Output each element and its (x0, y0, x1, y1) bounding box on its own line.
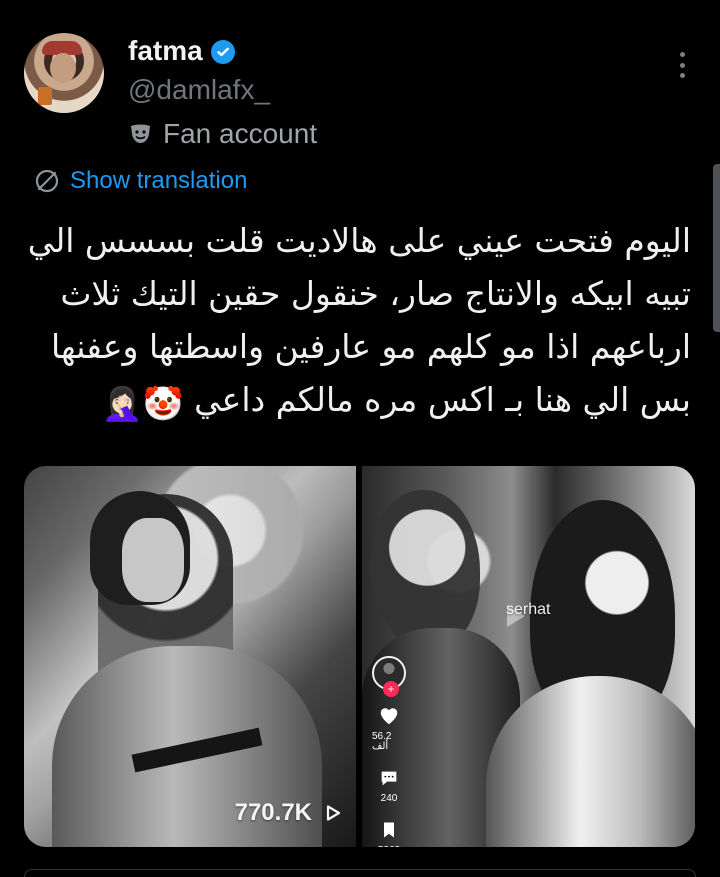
like-action[interactable]: 56.2 ألف (372, 704, 406, 752)
show-translation-label[interactable]: Show translation (70, 167, 247, 195)
more-dot (679, 52, 685, 57)
right-video-thumbnail[interactable]: serhat + 56.2 ألف 240 (362, 466, 695, 847)
comment-action[interactable]: 240 (377, 766, 401, 804)
play-icon (324, 804, 342, 822)
left-video-thumbnail[interactable]: 770.7K (24, 466, 356, 847)
scrollbar-thumb[interactable] (713, 164, 720, 332)
left-face-shape (122, 518, 184, 602)
plus-icon: + (383, 681, 399, 697)
fan-account-label: Fan account (163, 118, 318, 149)
like-count: 56.2 ألف (372, 731, 392, 752)
video-view-count: 770.7K (235, 799, 342, 827)
author-name-row[interactable]: fatma (128, 34, 317, 68)
heart-icon (377, 704, 401, 728)
comment-icon (377, 766, 401, 790)
video-view-count-label: 770.7K (234, 799, 312, 826)
save-count: 5263 (378, 846, 400, 848)
tweet-text: اليوم فتحت عيني على هالاديت قلت بسسس الي… (24, 214, 691, 430)
more-dot (679, 73, 685, 78)
bookmark-icon (377, 818, 401, 842)
comment-count: 240 (380, 793, 398, 804)
tweet-media-grid[interactable]: 770.7K serhat + 56.2 ألف 240 (24, 466, 695, 847)
verified-check-icon (210, 40, 235, 64)
right-left-face-shape (370, 490, 480, 650)
avatar-cup-shape (38, 87, 52, 105)
theater-mask-icon (128, 122, 153, 147)
save-action[interactable]: 5263 (377, 818, 401, 847)
author-handle[interactable]: @damlafx_ (128, 76, 317, 104)
avatar[interactable] (24, 33, 104, 113)
video-watermark: serhat (506, 601, 551, 618)
fan-account-label-row: Fan account (128, 120, 317, 148)
video-action-rail: + 56.2 ألف 240 (372, 656, 406, 847)
tweet-emoji: 🤡🤦🏻‍♀️ (101, 384, 184, 423)
creator-avatar[interactable]: + (372, 656, 406, 697)
more-vertical-icon[interactable] (678, 52, 686, 78)
author-block: fatma @damlafx_ Fan account (128, 34, 317, 148)
globe-slash-icon (34, 168, 60, 194)
more-dot (679, 62, 685, 68)
author-display-name[interactable]: fatma (128, 37, 203, 65)
bottom-divider (24, 869, 696, 877)
show-translation-link[interactable]: Show translation (34, 167, 247, 195)
avatar-face-shape (50, 53, 76, 83)
